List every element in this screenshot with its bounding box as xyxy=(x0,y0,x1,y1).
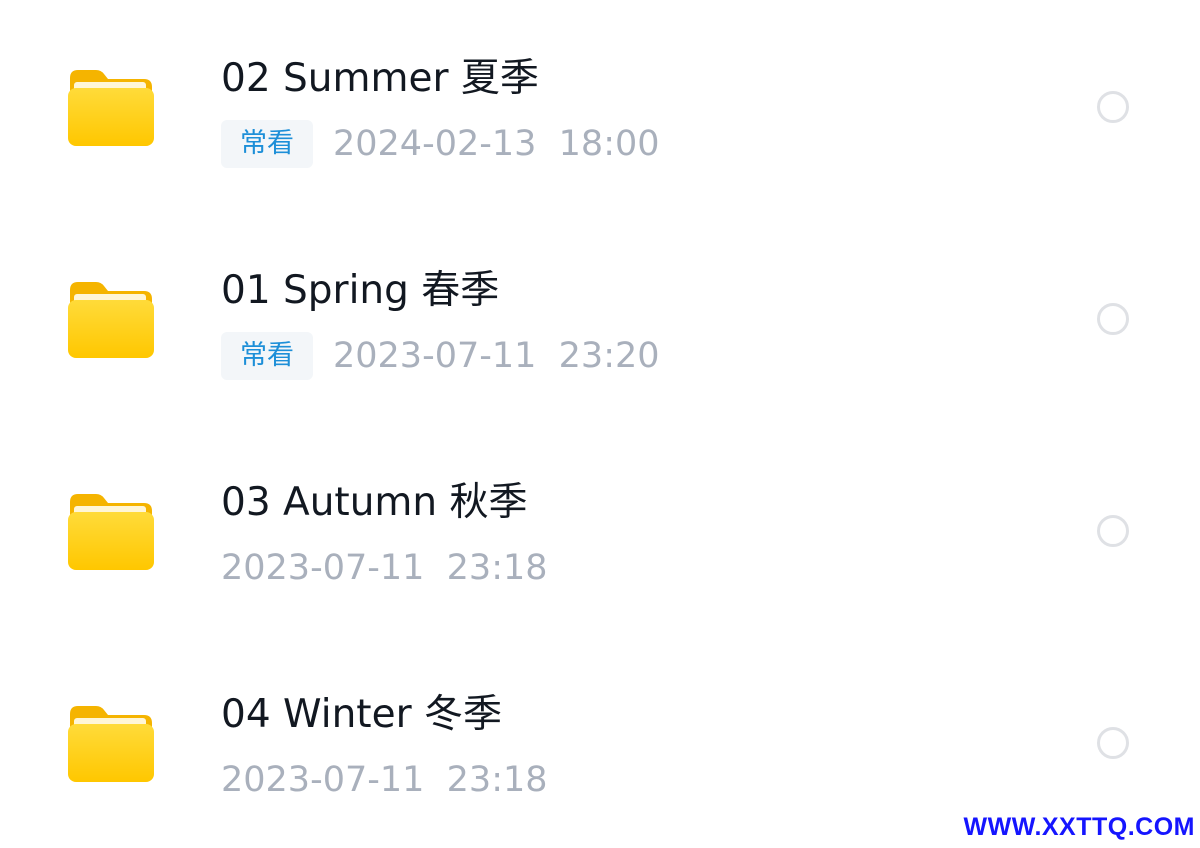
folder-row[interactable]: 03 Autumn 秋季 2023-07-11 23:18 xyxy=(0,424,1200,636)
select-checkbox[interactable] xyxy=(1097,727,1129,759)
modified-date: 2023-07-11 23:18 xyxy=(221,760,548,800)
folder-meta: 2023-07-11 23:18 xyxy=(221,544,548,592)
select-checkbox[interactable] xyxy=(1097,91,1129,123)
file-list: 02 Summer 夏季 常看 2024-02-13 18:00 01 Spri… xyxy=(0,0,1200,848)
frequent-tag: 常看 xyxy=(221,332,313,380)
folder-row[interactable]: 01 Spring 春季 常看 2023-07-11 23:20 xyxy=(0,212,1200,424)
modified-date: 2023-07-11 23:20 xyxy=(333,336,660,376)
watermark: WWW.XXTTQ.COM xyxy=(963,813,1195,841)
folder-name: 04 Winter 冬季 xyxy=(221,692,502,737)
frequent-tag: 常看 xyxy=(221,120,313,168)
folder-icon xyxy=(66,280,154,360)
folder-row[interactable]: 02 Summer 夏季 常看 2024-02-13 18:00 xyxy=(0,0,1200,212)
folder-meta: 常看 2024-02-13 18:00 xyxy=(221,120,660,168)
modified-date: 2024-02-13 18:00 xyxy=(333,124,660,164)
folder-icon xyxy=(66,704,154,784)
folder-meta: 常看 2023-07-11 23:20 xyxy=(221,332,660,380)
folder-icon xyxy=(66,68,154,148)
folder-name: 01 Spring 春季 xyxy=(221,268,500,313)
select-checkbox[interactable] xyxy=(1097,515,1129,547)
folder-icon xyxy=(66,492,154,572)
folder-meta: 2023-07-11 23:18 xyxy=(221,756,548,804)
select-checkbox[interactable] xyxy=(1097,303,1129,335)
folder-name: 03 Autumn 秋季 xyxy=(221,480,528,525)
modified-date: 2023-07-11 23:18 xyxy=(221,548,548,588)
folder-name: 02 Summer 夏季 xyxy=(221,56,539,101)
